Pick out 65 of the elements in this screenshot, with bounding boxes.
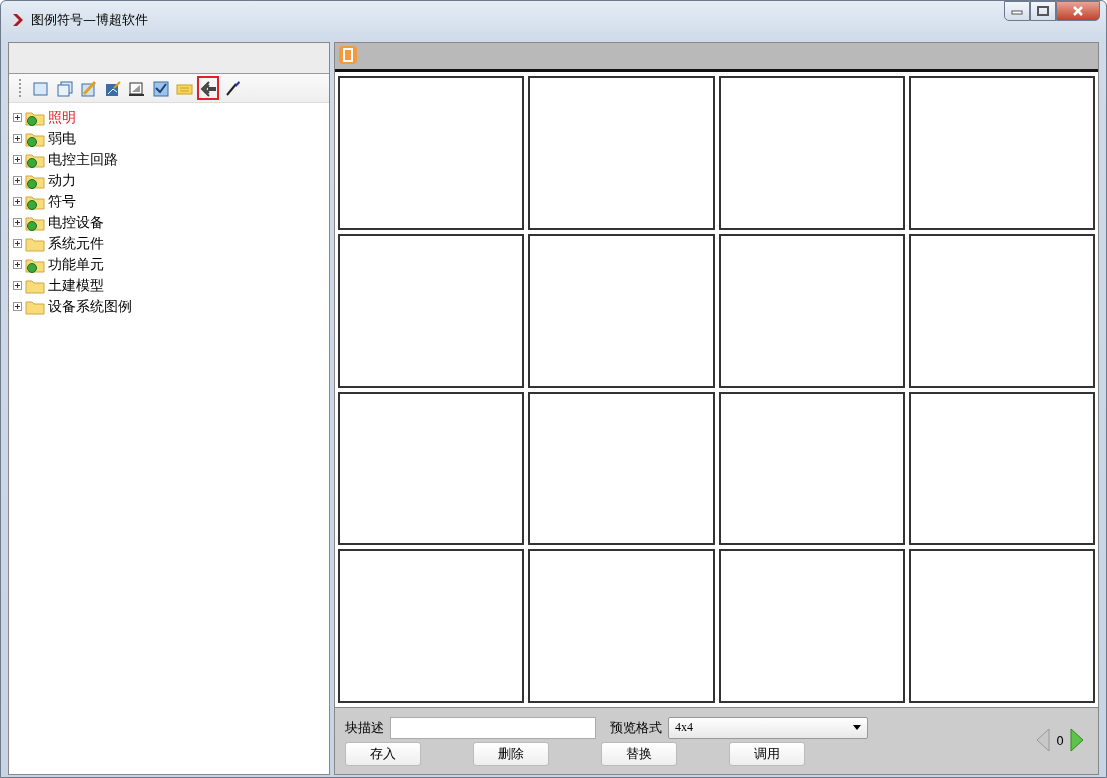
- description-field[interactable]: [390, 716, 596, 739]
- toolbar-grip: [19, 79, 23, 97]
- format-dropdown[interactable]: 4x4: [668, 716, 868, 739]
- tree-item[interactable]: 土建模型: [48, 276, 104, 295]
- expand-icon[interactable]: [13, 134, 22, 143]
- preview-cell[interactable]: [718, 233, 905, 388]
- ruler-icon: [127, 79, 145, 97]
- close-icon: [1072, 5, 1084, 16]
- dropdown-arrow-icon: [853, 725, 861, 730]
- expand-icon[interactable]: [13, 218, 22, 227]
- app-logo-icon: [11, 13, 25, 27]
- tree-item[interactable]: 照明: [48, 108, 76, 127]
- maximize-button[interactable]: [1030, 1, 1056, 21]
- preview-cell[interactable]: [718, 76, 905, 230]
- preview-cell[interactable]: [908, 391, 1095, 546]
- pen-icon: [223, 79, 241, 97]
- preview-cell[interactable]: [528, 549, 715, 703]
- door-icon: [338, 44, 358, 65]
- expand-icon[interactable]: [13, 113, 22, 122]
- field-label: 预览格式: [610, 718, 662, 737]
- image-icon: [103, 79, 121, 97]
- page-number: 0: [1056, 734, 1064, 748]
- tree-item[interactable]: 电控主回路: [48, 150, 118, 169]
- preview-cell[interactable]: [338, 76, 525, 230]
- preview-cell[interactable]: [718, 549, 905, 703]
- tree-item[interactable]: 符号: [48, 192, 76, 211]
- brush-icon: [79, 79, 97, 97]
- page-icon: [31, 79, 49, 97]
- expand-icon[interactable]: [13, 155, 22, 164]
- minimize-button[interactable]: [1004, 1, 1030, 21]
- back-icon: [199, 79, 217, 97]
- tree-item[interactable]: 功能单元: [48, 255, 104, 274]
- check-icon: [151, 79, 169, 97]
- toolbar-button[interactable]: [197, 76, 219, 100]
- expand-icon[interactable]: [13, 176, 22, 185]
- tree-item[interactable]: 弱电: [48, 129, 76, 148]
- tree-item[interactable]: 设备系统图例: [48, 297, 132, 316]
- window-title: 图例符号—博超软件: [31, 11, 149, 29]
- expand-icon[interactable]: [13, 239, 22, 248]
- action-button[interactable]: 删除: [473, 741, 549, 766]
- expand-icon[interactable]: [13, 302, 22, 311]
- action-button[interactable]: 存入: [345, 741, 421, 766]
- maximize-icon: [1037, 5, 1049, 16]
- preview-cell[interactable]: [338, 549, 525, 703]
- preview-cell[interactable]: [528, 76, 715, 230]
- preview-cell[interactable]: [908, 76, 1095, 230]
- tree-item[interactable]: 动力: [48, 171, 76, 190]
- pages-icon: [55, 79, 73, 97]
- minimize-icon: [1011, 7, 1023, 16]
- expand-icon[interactable]: [13, 281, 22, 290]
- preview-cell[interactable]: [908, 549, 1095, 703]
- action-button[interactable]: 调用: [729, 741, 805, 766]
- preview-cell[interactable]: [908, 233, 1095, 388]
- preview-cell[interactable]: [528, 233, 715, 388]
- expand-icon[interactable]: [13, 197, 22, 206]
- preview-cell[interactable]: [338, 391, 525, 546]
- preview-cell[interactable]: [528, 391, 715, 546]
- preview-cell[interactable]: [718, 391, 905, 546]
- preview-cell[interactable]: [338, 233, 525, 388]
- tree-item[interactable]: 电控设备: [48, 213, 104, 232]
- close-button[interactable]: [1056, 1, 1100, 21]
- action-button[interactable]: 替换: [601, 741, 677, 766]
- field-label: 块描述: [345, 718, 384, 737]
- expand-icon[interactable]: [13, 260, 22, 269]
- tree-item[interactable]: 系统元件: [48, 234, 104, 253]
